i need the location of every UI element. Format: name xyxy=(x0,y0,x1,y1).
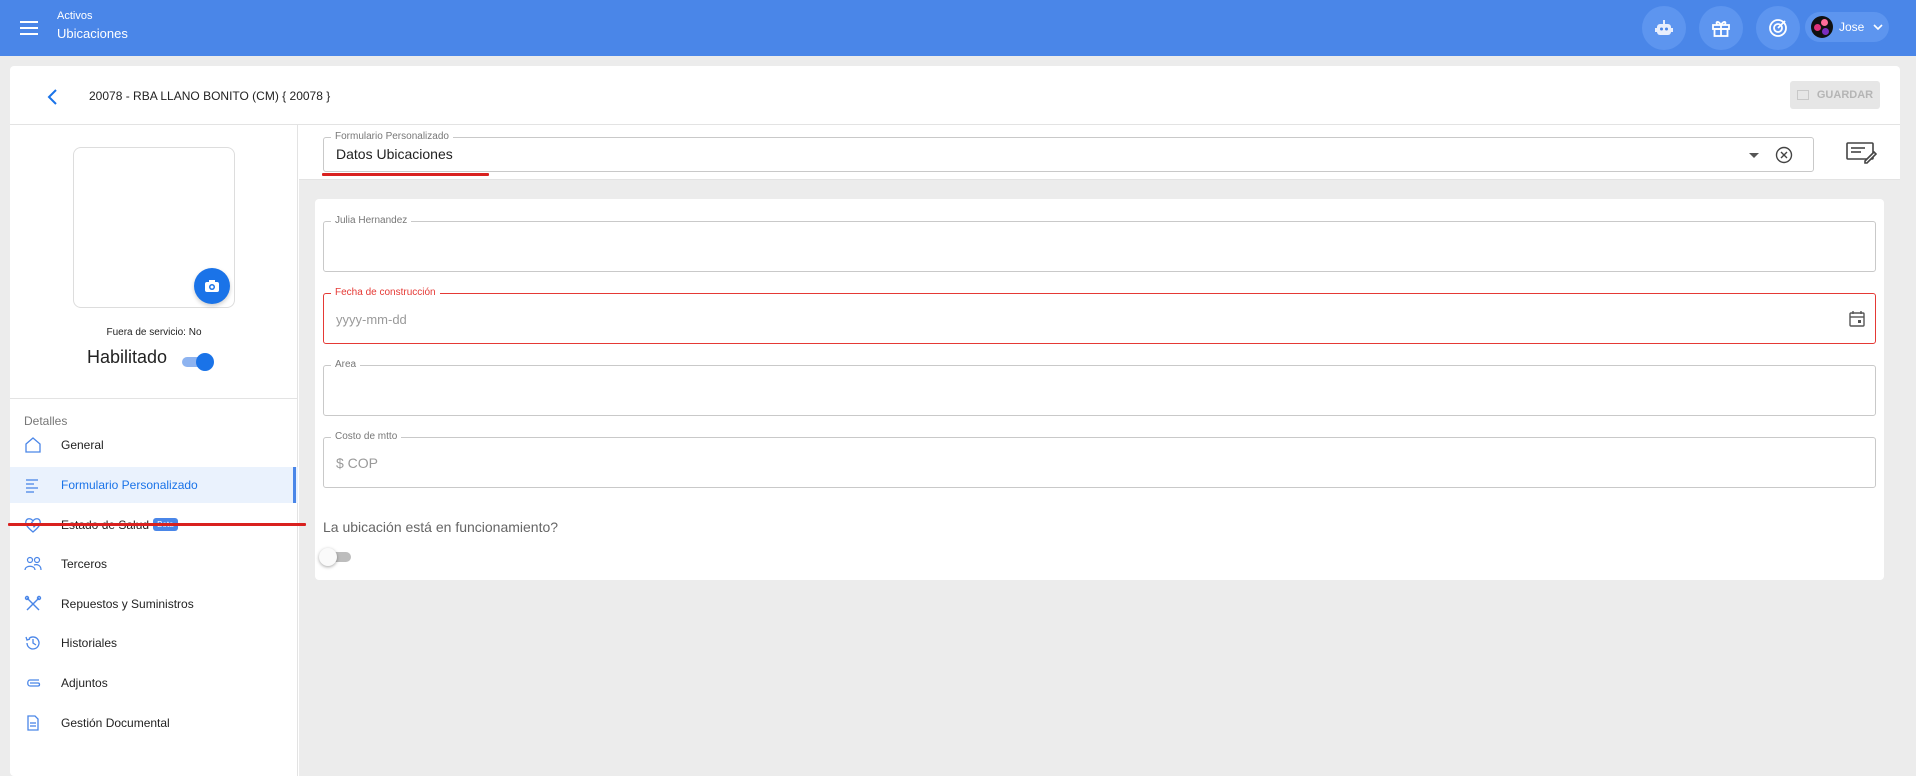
avatar xyxy=(1811,16,1833,38)
annotation-underline xyxy=(8,523,306,526)
nav-label: Gestión Documental xyxy=(61,716,170,730)
nav-label: Adjuntos xyxy=(61,676,108,690)
back-arrow-icon[interactable] xyxy=(38,82,68,112)
field-label: Fecha de construcción xyxy=(331,287,440,299)
robot-icon[interactable] xyxy=(1642,6,1686,50)
user-menu[interactable]: Jose xyxy=(1805,12,1889,42)
tools-icon xyxy=(24,595,42,611)
construction-date-field[interactable]: Fecha de construcción yyyy-mm-dd xyxy=(323,287,1876,344)
menu-icon[interactable] xyxy=(17,16,41,40)
maintenance-cost-field[interactable]: Costo de mtto $ COP xyxy=(323,431,1876,488)
enabled-label: Habilitado xyxy=(87,347,168,367)
nav-item-general[interactable]: General xyxy=(10,427,298,463)
nav-label: General xyxy=(61,438,104,452)
target-icon[interactable] xyxy=(1756,6,1800,50)
field-label: Julia Hernandez xyxy=(331,215,412,227)
chevron-down-icon xyxy=(1873,24,1883,31)
field-label: Area xyxy=(331,359,361,371)
clear-icon[interactable] xyxy=(1775,146,1793,164)
custom-form-select-label: Formulario Personalizado xyxy=(331,131,453,143)
custom-form-select-value: Datos Ubicaciones xyxy=(336,146,453,162)
left-panel: Fuera de servicio: No Habilitado Detalle… xyxy=(10,125,298,776)
home-icon xyxy=(25,437,41,453)
nav-item-gestion-documental[interactable]: Gestión Documental xyxy=(10,705,298,741)
document-icon xyxy=(27,715,39,731)
nav-item-adjuntos[interactable]: Adjuntos xyxy=(10,665,298,701)
nav-label: Historiales xyxy=(61,636,118,650)
nav-item-formulario-personalizado[interactable]: Formulario Personalizado xyxy=(10,467,298,503)
date-placeholder: yyyy-mm-dd xyxy=(336,312,407,327)
save-button[interactable]: GUARDAR xyxy=(1790,81,1880,109)
form-panel: Formulario Personalizado Datos Ubicacion… xyxy=(299,125,1900,776)
julia-hernandez-field[interactable]: Julia Hernandez xyxy=(323,215,1876,272)
nav-label: Formulario Personalizado xyxy=(61,478,198,492)
history-icon xyxy=(25,636,40,650)
people-icon xyxy=(24,556,42,571)
camera-icon[interactable] xyxy=(194,268,230,304)
operating-toggle[interactable] xyxy=(319,548,353,566)
top-app-bar: Activos Ubicaciones Jose xyxy=(0,0,1916,56)
details-heading: Detalles xyxy=(24,414,68,428)
nav-item-historiales[interactable]: Historiales xyxy=(10,625,298,661)
form-list-icon xyxy=(26,479,38,493)
calendar-icon[interactable] xyxy=(1848,310,1866,328)
form-selector-bar: Formulario Personalizado Datos Ubicacion… xyxy=(299,125,1900,180)
divider xyxy=(10,398,298,399)
save-icon xyxy=(1796,90,1809,100)
area-field[interactable]: Area xyxy=(323,359,1876,416)
out-of-service-status: Fuera de servicio: No xyxy=(106,327,202,338)
dropdown-arrow-icon[interactable] xyxy=(1749,153,1759,158)
breadcrumb-page: Ubicaciones xyxy=(57,26,128,41)
edit-form-icon[interactable] xyxy=(1843,139,1879,167)
nav-item-repuestos-y-suministros[interactable]: Repuestos y Suministros xyxy=(10,586,298,622)
field-label: Costo de mtto xyxy=(331,431,402,443)
asset-card: 20078 - RBA LLANO BONITO (CM) { 20078 } … xyxy=(10,66,1900,776)
gift-icon[interactable] xyxy=(1699,6,1743,50)
nav-item-terceros[interactable]: Terceros xyxy=(10,546,298,582)
form-fields-card: Julia Hernandez Fecha de construcción yy… xyxy=(315,199,1884,580)
operating-question: La ubicación está en funcionamiento? xyxy=(323,519,559,535)
nav-label: Repuestos y Suministros xyxy=(61,597,194,611)
nav-label: Terceros xyxy=(61,557,108,571)
enabled-toggle[interactable] xyxy=(180,353,214,371)
user-name: Jose xyxy=(1839,20,1865,34)
save-label: GUARDAR xyxy=(1816,89,1874,101)
paperclip-icon xyxy=(27,679,41,687)
breadcrumb-section: Activos xyxy=(57,10,93,22)
annotation-underline xyxy=(322,173,489,176)
asset-title: 20078 - RBA LLANO BONITO (CM) { 20078 } xyxy=(89,89,331,103)
cost-placeholder: $ COP xyxy=(336,455,379,471)
custom-form-select[interactable]: Formulario Personalizado Datos Ubicacion… xyxy=(323,131,1814,172)
